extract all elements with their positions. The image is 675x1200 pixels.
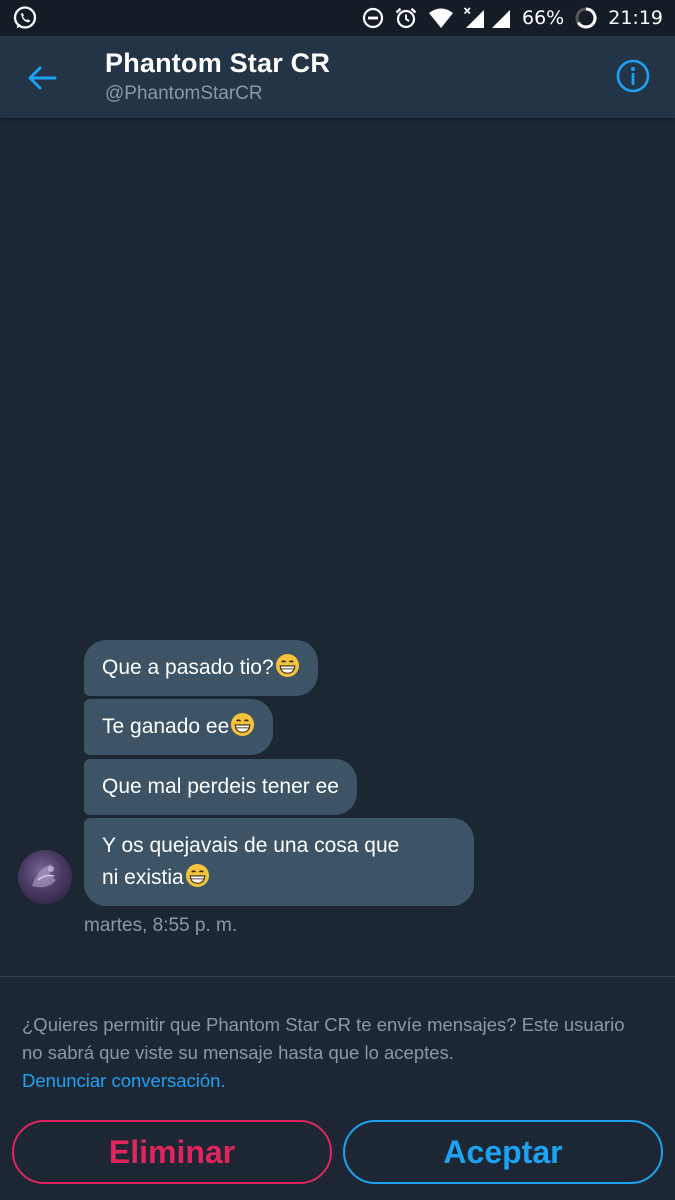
wifi-icon: [428, 7, 454, 29]
message-text: Te ganado ee: [102, 715, 230, 738]
message-text: Que mal perdeis tener ee: [102, 775, 339, 798]
info-button[interactable]: [615, 58, 651, 94]
sender-avatar[interactable]: [18, 850, 72, 904]
whatsapp-icon: [12, 5, 38, 31]
accept-button[interactable]: Aceptar: [343, 1120, 663, 1184]
back-arrow-icon: [28, 66, 57, 90]
message-text-line1: Y os quejavais de una cosa que: [102, 834, 400, 857]
info-icon: [616, 59, 650, 93]
conversation-handle: @PhantomStarCR: [105, 83, 263, 104]
message-timestamp: martes, 8:55 p. m.: [84, 915, 238, 936]
report-conversation-link[interactable]: Denunciar conversación.: [22, 1067, 226, 1095]
signal-icon: [464, 7, 512, 29]
avatar-image: [32, 864, 56, 888]
message-bubble[interactable]: Te ganado ee: [84, 699, 274, 755]
battery-percent: 66%: [522, 7, 565, 29]
battery-icon: [574, 6, 598, 30]
message-request-panel: ¿Quieres permitir que Phantom Star CR te…: [0, 976, 675, 1200]
message-bubble[interactable]: Que a pasado tio?: [84, 640, 318, 696]
message-bubble[interactable]: Y os quejavais de una cosa que ni existi…: [84, 818, 474, 906]
conversation-name: Phantom Star CR: [105, 48, 331, 78]
conversation-header: Phantom Star CR @PhantomStarCR: [0, 36, 675, 118]
conversation-title-block[interactable]: Phantom Star CR @PhantomStarCR: [105, 48, 330, 105]
grinning-face-icon: [231, 712, 255, 737]
message-list[interactable]: Que a pasado tio? Te ganado ee Que mal p…: [0, 118, 675, 976]
status-bar: 66% 21:19: [0, 0, 675, 36]
message-bubble[interactable]: Que mal perdeis tener ee: [84, 759, 357, 815]
do-not-disturb-icon: [362, 7, 384, 29]
delete-button[interactable]: Eliminar: [12, 1120, 332, 1184]
message-text: Que a pasado tio?: [102, 656, 274, 679]
clock: 21:19: [608, 7, 663, 29]
message-text-line2: ni existia: [102, 866, 184, 889]
grinning-face-icon: [275, 653, 299, 678]
back-button[interactable]: [22, 58, 62, 98]
request-description: ¿Quieres permitir que Phantom Star CR te…: [22, 1014, 625, 1063]
grinning-face-icon: [185, 863, 209, 888]
alarm-icon: [394, 6, 418, 30]
